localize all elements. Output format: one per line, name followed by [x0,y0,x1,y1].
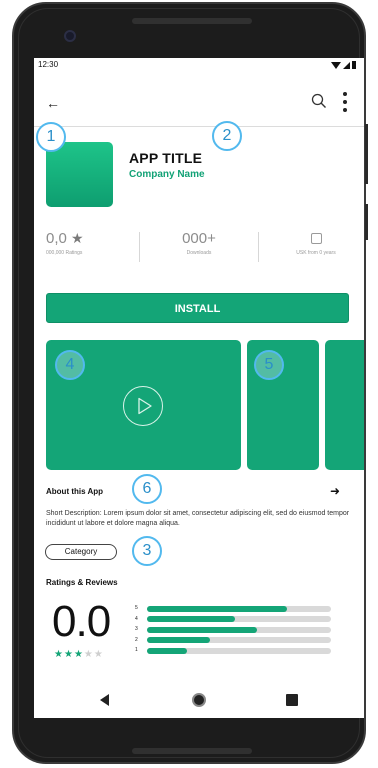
install-button[interactable]: INSTALL [46,293,349,323]
rating-value: 0,0 [46,230,67,247]
ratings-count-label: 000,000 Ratings [46,250,83,256]
star-icon: ★ [83,649,94,660]
volume-button [365,124,368,184]
top-app-bar: ← [34,86,364,120]
status-bar: 12:30 [34,58,364,74]
rating-bar-label: 3 [135,626,138,632]
header-divider [34,126,364,127]
about-description: Short Description: Lorem ipsum dolor sit… [46,510,350,527]
rating-bar-fill [147,637,210,643]
rating-bar-label: 4 [135,615,138,622]
callout-2: 2 [212,121,242,151]
rating-bar-row: 1 [135,646,335,655]
battery-icon [352,61,356,69]
callout-3: 3 [132,536,162,566]
rating-bar-fill [147,626,258,633]
screenshot-3[interactable] [325,340,364,470]
back-arrow-icon[interactable]: ← [46,96,60,110]
search-icon[interactable] [311,93,327,109]
power-button [365,204,368,240]
bottom-speaker [132,748,252,754]
callout-1: 1 [36,122,66,152]
downloads-value: 000+ [182,230,216,247]
star-rating: ★★★★★ [54,649,104,660]
nav-back-icon[interactable] [100,694,109,706]
downloads-stat: 000+ Downloads [164,230,234,266]
front-camera [64,30,76,42]
rating-bar-row: 2 [135,636,335,645]
nav-recents-icon[interactable] [286,694,298,706]
rating-bar-label: 1 [135,647,138,653]
system-nav-bar [34,684,364,718]
rating-bar-track [147,626,331,633]
top-speaker [132,18,252,24]
rating-bar-row: 3 [135,625,335,634]
callout-5: 5 [254,350,284,380]
rating-distribution: 5 4 3 2 1 [135,604,335,657]
arrow-right-icon[interactable]: ➜ [330,484,340,498]
rating-bar-row: 5 [135,604,335,613]
age-rating-label: USK from 0 years [296,250,336,256]
play-icon [138,397,152,415]
stat-divider [139,232,140,262]
wifi-icon [331,61,341,69]
callout-6: 6 [132,474,162,504]
about-title: About this App [46,487,104,496]
signal-icon [343,61,350,69]
rating-bar-track [147,605,331,612]
rating-bar-track [147,637,331,643]
rating-score: 0.0 [52,597,111,646]
downloads-label: Downloads [186,250,212,256]
rating-bar-label: 2 [135,636,138,643]
callout-4: 4 [55,350,85,380]
age-rating-icon [310,233,322,244]
rating-bar-label: 5 [135,605,138,611]
rating-bar-fill [147,647,188,654]
rating-bar-row: 4 [135,615,335,624]
app-icon [46,142,113,207]
nav-home-icon[interactable] [192,693,206,707]
age-rating-stat: USK from 0 years [281,230,351,266]
rating-bar-track [147,647,331,654]
rating-stat: 0,0 ★ 000,000 Ratings [46,230,84,266]
star-icon: ★ [54,649,64,660]
more-vertical-icon[interactable] [342,92,348,112]
ratings-title: Ratings & Reviews [46,578,118,587]
status-time: 12:30 [38,60,59,69]
stat-divider [258,232,259,262]
star-icon: ★ [73,649,84,660]
app-screen: 12:30 ← APP TITLE Company Name 1 2 0,0 ★… [34,58,364,718]
star-icon: ★ [71,230,84,246]
app-title: APP TITLE [129,150,203,166]
app-stats: 0,0 ★ 000,000 Ratings 000+ Downloads USK… [34,230,364,266]
star-icon: ★ [63,649,74,660]
star-icon: ★ [93,649,104,660]
company-name-link[interactable]: Company Name [129,169,205,180]
rating-bar-fill [147,605,287,612]
rating-bar-fill [147,616,236,622]
category-chip[interactable]: Category [45,544,117,560]
rating-bar-track [147,616,331,622]
status-icons [331,61,356,69]
